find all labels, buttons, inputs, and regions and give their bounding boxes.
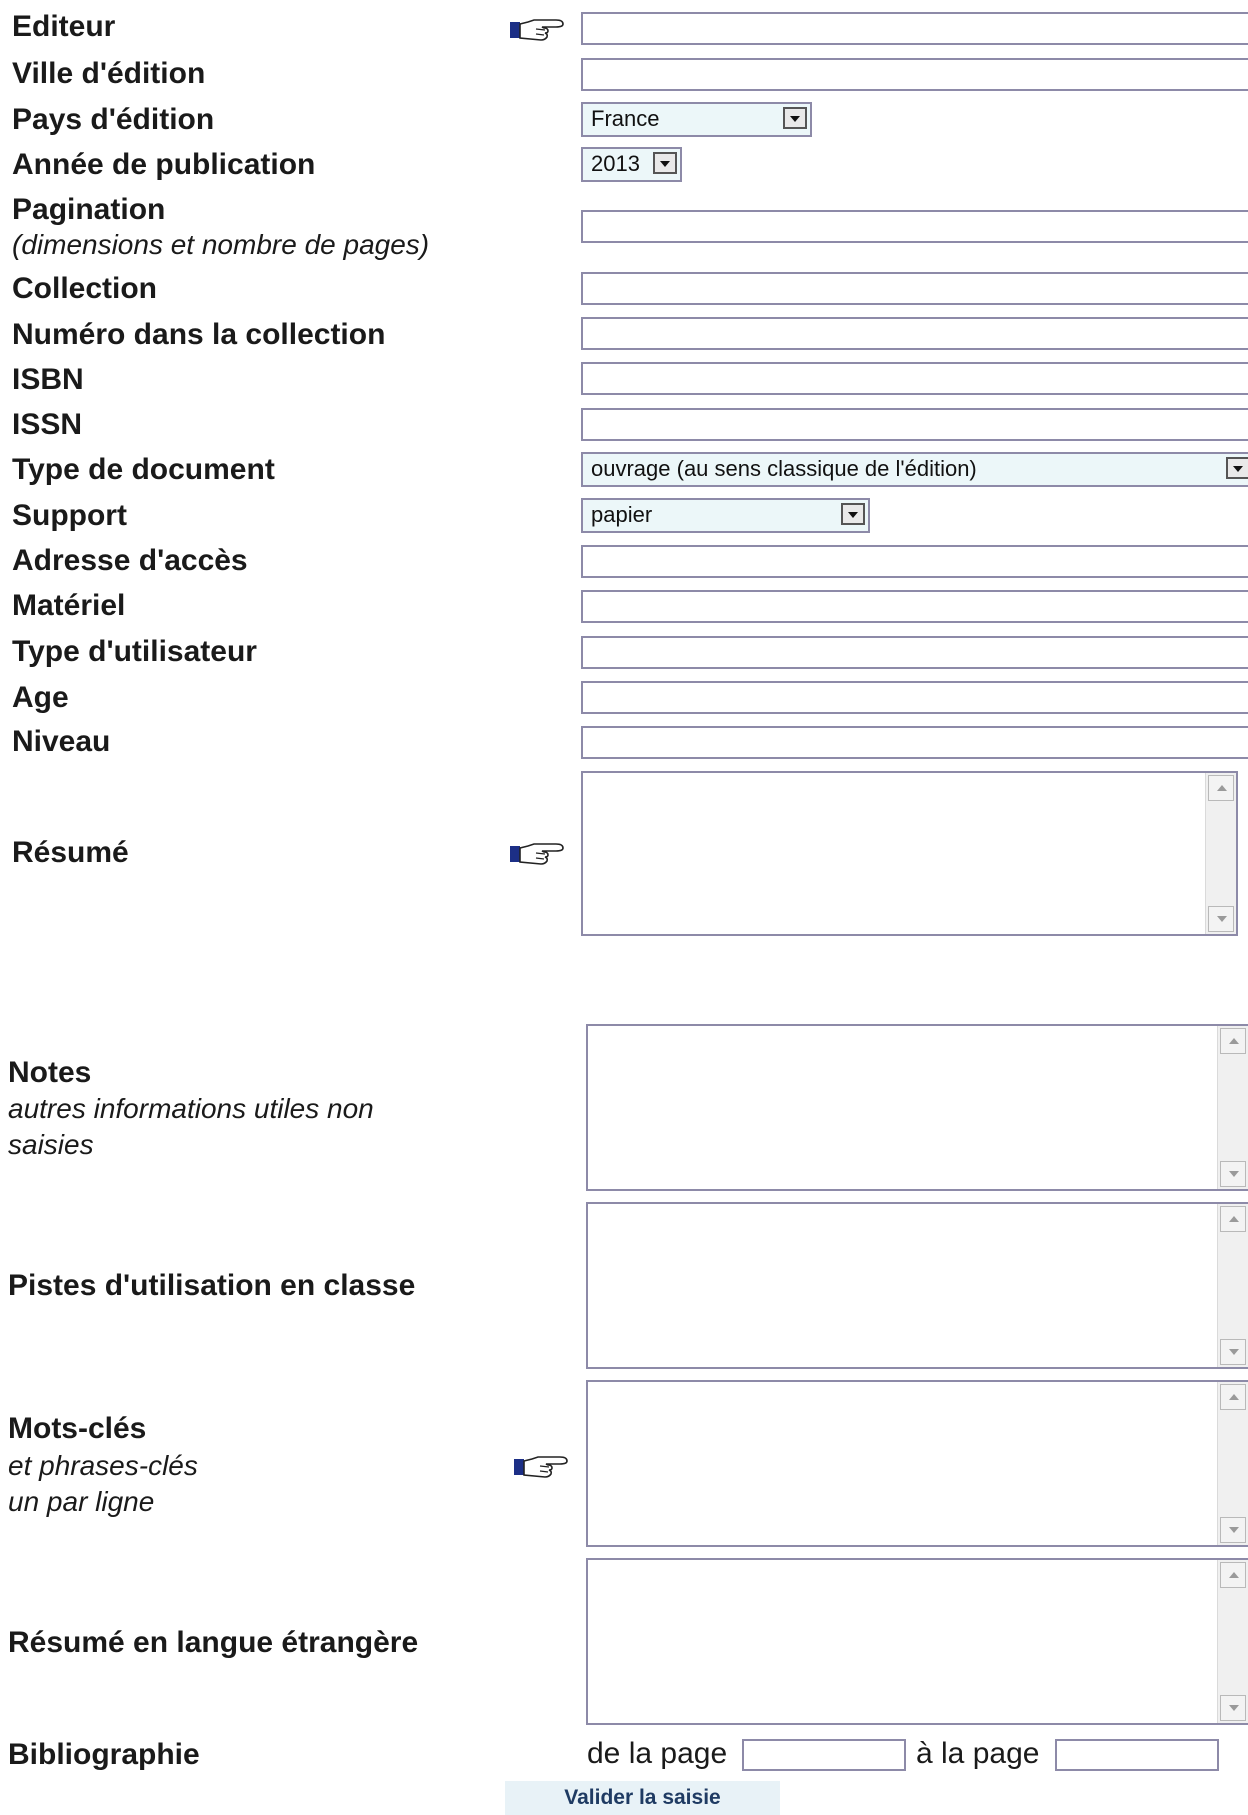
niveau-label: Niveau <box>12 725 111 758</box>
age-label: Age <box>12 681 69 714</box>
pagination-label: Pagination <box>12 193 166 226</box>
type-utilisateur-label: Type d'utilisateur <box>12 635 257 668</box>
isbn-input[interactable] <box>581 362 1248 395</box>
mots-cles-sublabel-line2: un par ligne <box>8 1486 155 1517</box>
annee-label: Année de publication <box>12 148 316 181</box>
pistes-label: Pistes d'utilisation en classe <box>8 1269 416 1302</box>
scroll-up-icon[interactable] <box>1220 1562 1246 1588</box>
notes-sublabel-line1: autres informations utiles non <box>8 1093 374 1124</box>
scroll-down-icon[interactable] <box>1208 906 1234 932</box>
mots-cles-label: Mots-clés <box>8 1412 147 1445</box>
niveau-input[interactable] <box>581 726 1248 759</box>
type-document-label: Type de document <box>12 453 275 486</box>
scroll-down-icon[interactable] <box>1220 1339 1246 1365</box>
type-utilisateur-input[interactable] <box>581 636 1248 669</box>
scroll-up-icon[interactable] <box>1220 1206 1246 1232</box>
isbn-label: ISBN <box>12 363 84 396</box>
notes-textarea[interactable] <box>586 1024 1248 1191</box>
type-document-select[interactable]: ouvrage (au sens classique de l'édition) <box>581 452 1248 487</box>
pointing-hand-icon[interactable] <box>508 16 568 42</box>
support-label: Support <box>12 499 127 532</box>
scrollbar[interactable] <box>1205 773 1236 934</box>
bibliographie-from-input[interactable] <box>742 1739 906 1771</box>
numero-input[interactable] <box>581 317 1248 350</box>
scrollbar[interactable] <box>1217 1204 1248 1367</box>
editeur-label: Editeur <box>12 10 116 43</box>
adresse-input[interactable] <box>581 545 1248 578</box>
scroll-down-icon[interactable] <box>1220 1695 1246 1721</box>
pistes-textarea[interactable] <box>586 1202 1248 1369</box>
mots-cles-textarea[interactable] <box>586 1380 1248 1547</box>
support-select[interactable]: papier <box>581 498 870 533</box>
pagination-sublabel: (dimensions et nombre de pages) <box>12 229 430 260</box>
chevron-down-icon[interactable] <box>653 152 677 174</box>
annee-select[interactable]: 2013 <box>581 147 682 182</box>
mots-cles-sublabel-line1: et phrases-clés <box>8 1450 198 1481</box>
pointing-hand-icon[interactable] <box>508 840 568 866</box>
issn-input[interactable] <box>581 408 1248 441</box>
adresse-label: Adresse d'accès <box>12 544 248 577</box>
resume-label: Résumé <box>12 836 129 869</box>
collection-input[interactable] <box>581 272 1248 305</box>
age-input[interactable] <box>581 681 1248 714</box>
scrollbar[interactable] <box>1217 1026 1248 1189</box>
pays-label: Pays d'édition <box>12 103 215 136</box>
bibliographie-label: Bibliographie <box>8 1738 200 1771</box>
scroll-up-icon[interactable] <box>1208 775 1234 801</box>
resume-textarea[interactable] <box>581 771 1238 936</box>
collection-label: Collection <box>12 272 158 305</box>
ville-input[interactable] <box>581 58 1248 91</box>
resume-etranger-textarea[interactable] <box>586 1558 1248 1725</box>
bibliographie-to-input[interactable] <box>1055 1739 1219 1771</box>
bibliographie-from-text: de la page <box>587 1737 728 1770</box>
scroll-down-icon[interactable] <box>1220 1517 1246 1543</box>
issn-label: ISSN <box>12 408 83 441</box>
materiel-input[interactable] <box>581 590 1248 623</box>
annee-selected-value: 2013 <box>591 151 640 176</box>
pays-select[interactable]: France <box>581 102 812 137</box>
scrollbar[interactable] <box>1217 1560 1248 1723</box>
support-selected-value: papier <box>591 502 653 527</box>
chevron-down-icon[interactable] <box>841 503 865 525</box>
chevron-down-icon[interactable] <box>783 107 807 129</box>
pagination-input[interactable] <box>581 210 1248 243</box>
chevron-down-icon[interactable] <box>1226 457 1248 479</box>
notes-label: Notes <box>8 1056 92 1089</box>
notes-sublabel-line2: saisies <box>8 1129 94 1160</box>
scroll-up-icon[interactable] <box>1220 1384 1246 1410</box>
pays-selected-value: France <box>591 106 660 131</box>
resume-etranger-label: Résumé en langue étrangère <box>8 1626 419 1659</box>
materiel-label: Matériel <box>12 589 126 622</box>
scroll-up-icon[interactable] <box>1220 1028 1246 1054</box>
numero-label: Numéro dans la collection <box>12 318 386 351</box>
type-document-selected-value: ouvrage (au sens classique de l'édition) <box>591 456 977 481</box>
scrollbar[interactable] <box>1217 1382 1248 1545</box>
bibliographie-to-text: à la page <box>916 1737 1040 1770</box>
pointing-hand-icon[interactable] <box>512 1453 572 1479</box>
validate-button[interactable]: Valider la saisie <box>505 1781 780 1815</box>
ville-label: Ville d'édition <box>12 57 206 90</box>
scroll-down-icon[interactable] <box>1220 1161 1246 1187</box>
editeur-input[interactable] <box>581 12 1248 45</box>
